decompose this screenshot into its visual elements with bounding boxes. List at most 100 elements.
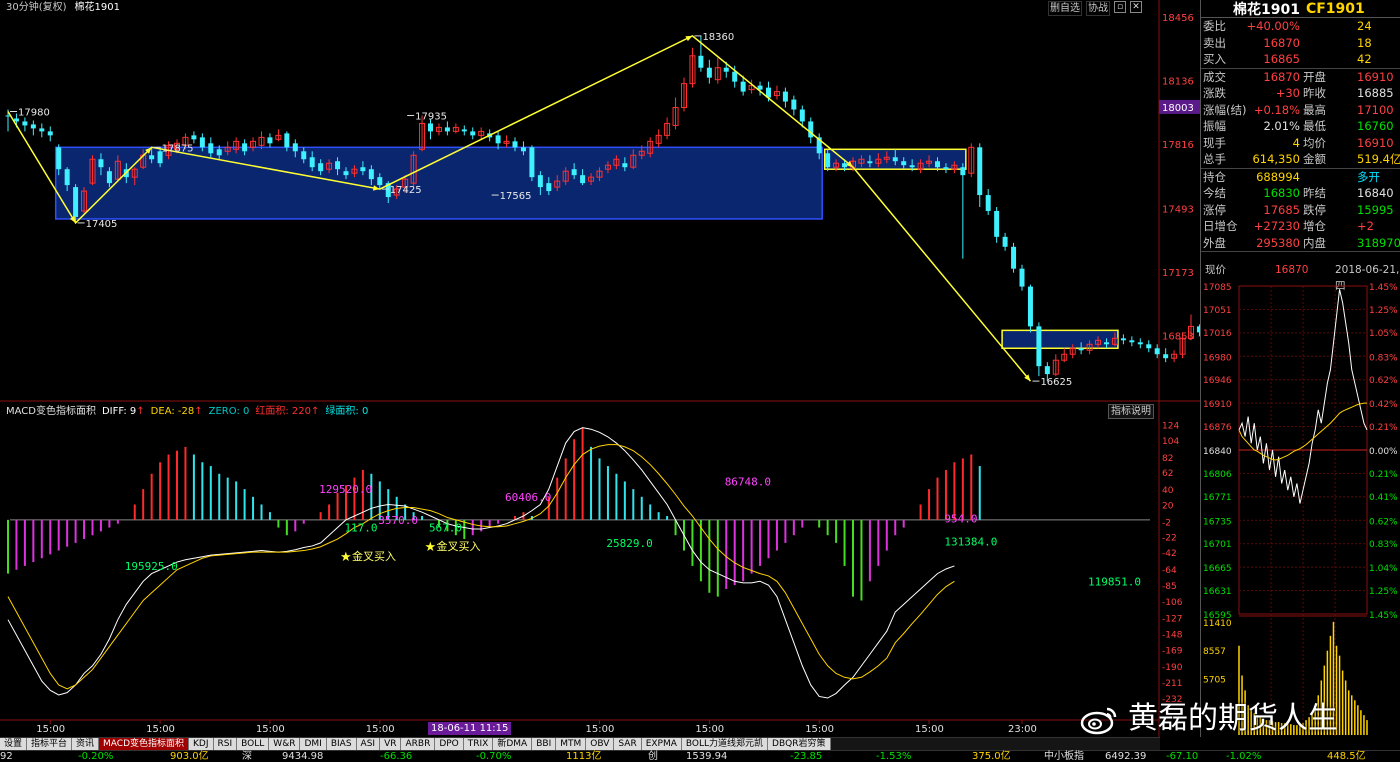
tab-14[interactable]: TRIX: [463, 738, 494, 750]
tab-5[interactable]: RSI: [213, 738, 238, 750]
tab-1[interactable]: 指标平台: [27, 738, 73, 750]
trade-stats-rows: 成交 16870 开盘 16910 涨跌 +30 昨收 16885 涨幅(结) +0.18% 最高 1…: [1201, 69, 1400, 168]
quote-label: 跌停: [1303, 202, 1326, 217]
tab-19[interactable]: SAR: [614, 738, 642, 750]
tab-6[interactable]: BOLL: [237, 738, 270, 750]
candle-body: [935, 161, 940, 168]
area-label-3: 3570.0: [378, 514, 418, 527]
quote-label: 振幅: [1203, 119, 1226, 133]
delete-favorite-button[interactable]: 删自选: [1048, 1, 1082, 16]
area-label-10: 119851.0: [1088, 575, 1141, 588]
candle-31: [267, 133, 273, 148]
tab-10[interactable]: ASI: [356, 738, 381, 750]
time-tick-label-3: 15:00: [366, 724, 395, 735]
coop-button[interactable]: 协战: [1086, 1, 1110, 16]
quote-label: 最高: [1303, 102, 1326, 117]
candle-body: [1011, 246, 1017, 269]
macd-tick-16: -211: [1162, 679, 1182, 689]
quote-value: +30: [1275, 86, 1300, 100]
close-icon[interactable]: ✕: [1130, 1, 1142, 13]
quote-panel: 棉花1901 CF1901 委比 +40.00% 24 卖出 16870 18 买入 1686…: [1200, 0, 1400, 737]
candle-body: [495, 135, 501, 144]
candle-body: [106, 171, 112, 184]
candle-body: [512, 141, 518, 148]
rows2-row-2: 涨幅(结) +0.18% 最高 17100: [1201, 102, 1400, 119]
area-label-4: 567.0: [429, 522, 462, 535]
tab-21[interactable]: BOLL力道线郑元凯: [681, 738, 769, 750]
crosshair-date-badge: 18-06-11 11:15: [428, 722, 512, 735]
tab-0[interactable]: 设置: [0, 738, 28, 750]
candle-body: [1154, 348, 1160, 355]
tab-3[interactable]: MACD变色指标面积: [99, 738, 190, 750]
tab-18[interactable]: OBV: [586, 738, 615, 750]
tab-4[interactable]: KDJ: [189, 738, 214, 750]
period-label[interactable]: 30分钟(复权): [6, 1, 67, 15]
quote-value: 16910: [1357, 69, 1394, 84]
restore-icon[interactable]: ▫: [1114, 1, 1126, 13]
status-item-15: -67.10: [1166, 751, 1199, 762]
candle-body: [740, 81, 746, 92]
tab-7[interactable]: W&R: [269, 738, 301, 750]
mini-price-tick-8: 16806: [1203, 470, 1232, 480]
candle-body: [901, 161, 907, 166]
candle-body: [377, 177, 383, 186]
candle-84: [714, 57, 721, 84]
tab-15[interactable]: 新DMA: [493, 738, 533, 750]
quote-label: 持仓: [1203, 169, 1226, 184]
area-label-7: 86748.0: [725, 475, 771, 488]
macd-tick-9: -64: [1162, 566, 1177, 576]
candle-body: [56, 147, 62, 170]
candle-body: [909, 165, 915, 168]
candle-121: [1027, 284, 1033, 333]
candle-body: [149, 155, 155, 160]
candle-92: [782, 87, 788, 108]
quote-value: 42: [1357, 52, 1372, 66]
mini-pct-tick-8: 0.21%: [1369, 470, 1398, 480]
candle-134: [1137, 338, 1143, 349]
quote-value: 24: [1357, 19, 1372, 33]
time-tick-label-8: 23:00: [1008, 724, 1037, 735]
tab-17[interactable]: MTM: [556, 738, 587, 750]
quote-label: 卖出: [1203, 35, 1226, 50]
time-tick-label-4: 15:00: [586, 724, 615, 735]
point-label-5: 17565: [500, 191, 532, 202]
area-label-8: 954.0: [944, 512, 977, 525]
tab-2[interactable]: 资讯: [72, 738, 100, 750]
candle-124: [1052, 354, 1059, 377]
tab-13[interactable]: DPO: [435, 738, 464, 750]
candle-5: [47, 126, 53, 142]
tab-16[interactable]: BBI: [532, 738, 557, 750]
candle-52: [444, 121, 450, 136]
candle-body: [622, 163, 628, 168]
tab-8[interactable]: DMI: [300, 738, 327, 750]
candle-body: [529, 147, 535, 178]
candle-body: [698, 55, 704, 68]
quote-label: 金额: [1303, 152, 1326, 166]
mini-pct-tick-2: 1.05%: [1369, 329, 1398, 339]
quote-value: 16910: [1357, 135, 1394, 150]
macd-indicator-name[interactable]: MACD变色指标面积: [6, 405, 96, 418]
mini-pct-tick-14: 1.45%: [1369, 611, 1398, 621]
indicator-explain-button[interactable]: 指标说明: [1108, 404, 1154, 419]
candle-133: [1129, 336, 1135, 347]
tab-12[interactable]: ARBR: [401, 738, 436, 750]
candle-body: [368, 169, 374, 180]
mini-pct-tick-9: 0.41%: [1369, 493, 1398, 503]
status-item-17: 448.5亿: [1327, 751, 1366, 762]
macd-tick-11: -106: [1162, 598, 1183, 608]
mini-price-tick-10: 16735: [1203, 517, 1232, 527]
status-item-8: 创: [648, 751, 658, 762]
quote-value: +0.18%: [1253, 102, 1300, 117]
quote-label: 昨结: [1303, 186, 1326, 200]
kline-macd-chart[interactable]: 17980 17405 17875 17425 17935 17565 18360 16625…: [0, 0, 1200, 737]
tab-11[interactable]: VR: [380, 738, 402, 750]
tab-9[interactable]: BIAS: [326, 738, 357, 750]
timeshare-chart[interactable]: 17085 1.45% 17051 1.25% 17016 1.05% 16980 0.83%…: [1201, 280, 1400, 737]
tab-20[interactable]: EXPMA: [641, 738, 682, 750]
candle-body: [47, 131, 53, 136]
tab-22[interactable]: DBQR岩穷策: [768, 738, 831, 750]
quote-label: 今结: [1203, 186, 1226, 200]
status-item-4: 9434.98: [282, 751, 324, 762]
price-tick-3: 17493: [1162, 204, 1194, 215]
candle-body: [13, 118, 19, 122]
